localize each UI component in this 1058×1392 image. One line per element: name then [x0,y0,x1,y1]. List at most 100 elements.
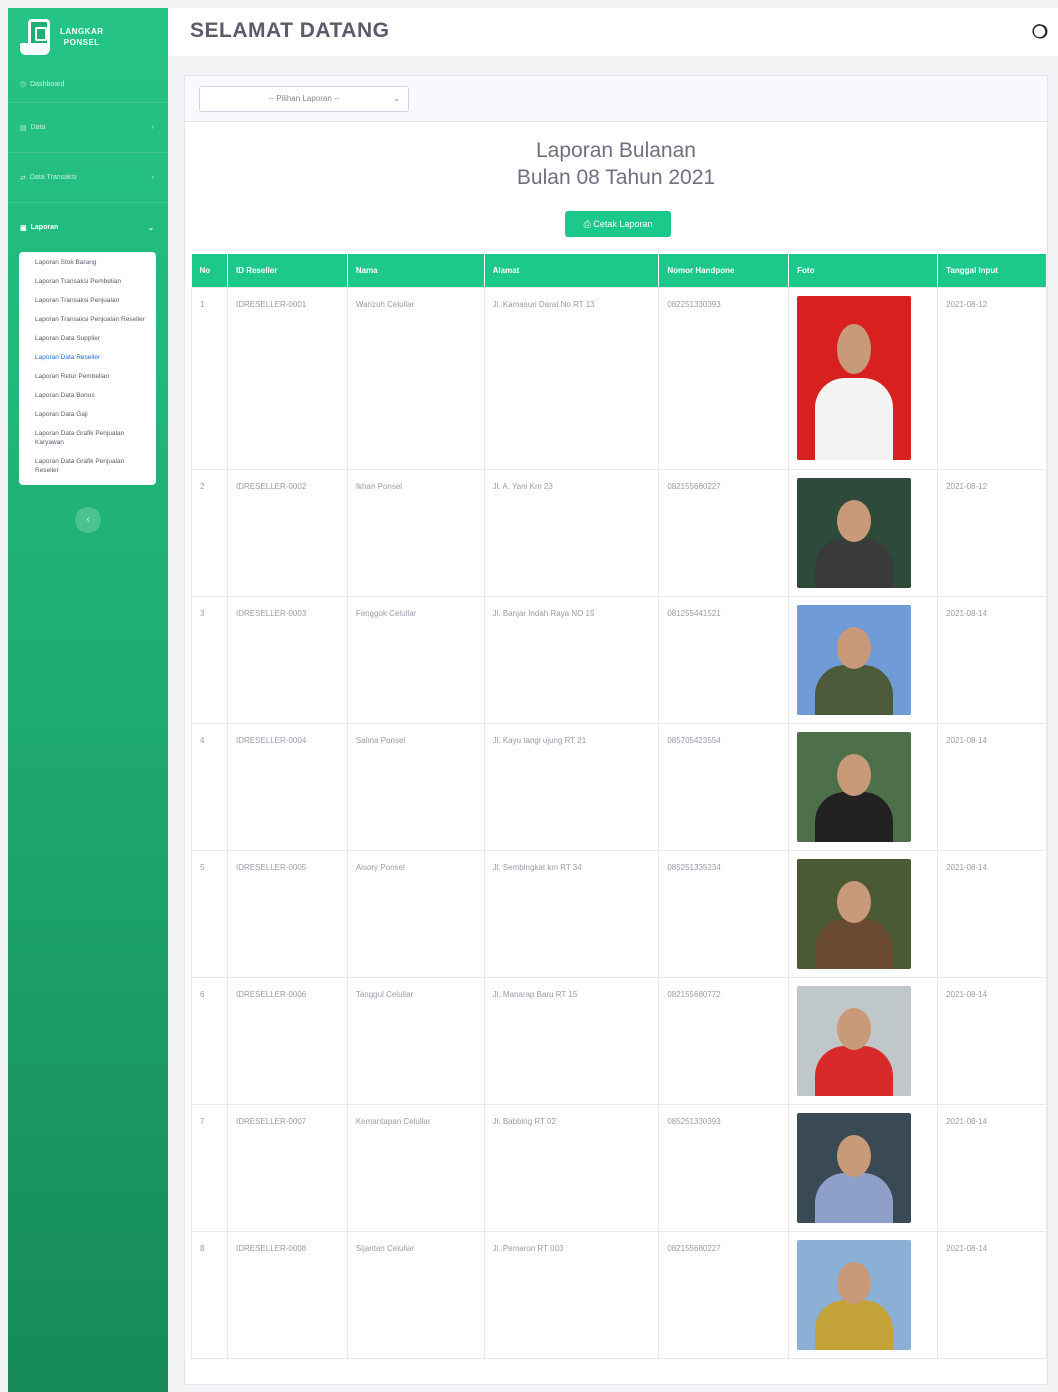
submenu-item-data-reseller[interactable]: Laporan Data Reseller [19,353,156,362]
cell-alamat: Jl. Banjar Indah Raya NO 15 [483,595,660,724]
table-row: 8 IDRESELLER-0008 Sijantan Celullar Jl. Pem… [191,1230,1047,1359]
report-select-value: -- Pilihan Laporan -- [268,94,340,103]
cell-nomor-handpone: 085251335234 [658,849,790,978]
cell-foto [788,595,939,724]
print-report-button[interactable]: ⎙ Cetak Laporan [565,211,671,237]
sidebar-item-label: Data Transaksi [29,174,77,181]
page-title: SELAMAT DATANG [190,19,390,42]
cell-tanggal-input: 2021-08-12 [937,286,1047,470]
cell-tanggal-input: 2021-08-14 [937,722,1047,851]
cell-alamat: Jl. Sembingkat km RT 34 [483,849,660,978]
chevron-down-icon: ⌄ [148,224,154,232]
report-heading: Laporan Bulanan Bulan 08 Tahun 2021 [185,137,1047,191]
sidebar-item-data-transaksi[interactable]: ⇄ Data Transaksi › [8,152,168,202]
sidebar-toggle-button[interactable]: ‹ [75,507,101,533]
submenu-item-grafik-karyawan[interactable]: Laporan Data Grafik Penjualan Karyawan [19,429,156,447]
column-header-id-reseller[interactable]: ID Reseller [227,254,348,287]
cell-foto [788,1103,939,1232]
cell-nomor-handpone: 085251330393 [658,1103,790,1232]
submenu-item-data-gaji[interactable]: Laporan Data Gaji [19,410,156,419]
sidebar-item-laporan[interactable]: ▣ Laporan ⌄ [8,202,168,252]
cell-alamat: Jl. Babbing RT 02 [483,1103,660,1232]
table-row: 7 IDRESELLER-0007 Kemantapan Celullar Jl. B… [191,1103,1047,1232]
reseller-photo [797,985,912,1096]
cell-foto [788,849,939,978]
table-row: 5 IDRESELLER-0005 Aisory Ponsel Jl. Sembing… [191,849,1047,978]
cell-no: 1 [191,286,228,470]
column-header-tanggal-input[interactable]: Tanggal Input [937,254,1047,287]
cell-foto [788,1230,939,1359]
print-report-label: Cetak Laporan [593,219,653,229]
cell-no: 5 [191,849,228,978]
brand-line1: LANGKAR [60,27,104,36]
report-select[interactable]: -- Pilihan Laporan -- ⌄ [199,86,409,112]
cell-tanggal-input: 2021-08-14 [937,976,1047,1105]
cell-no: 3 [191,595,228,724]
column-header-alamat[interactable]: Alamat [484,254,660,287]
reseller-photo [797,731,912,842]
cell-alamat: Jl. Kamasuri Darat No RT 13 [483,286,660,470]
cell-id-reseller: IDRESELLER-0004 [226,722,348,851]
cell-foto [788,286,939,470]
cell-id-reseller: IDRESELLER-0001 [226,286,348,470]
cell-id-reseller: IDRESELLER-0007 [226,1103,348,1232]
brand[interactable]: LANGKAR PONSEL [8,8,168,66]
cell-nama: Kemantapan Celullar [346,1103,485,1232]
cell-nama: Tanggul Celullar [346,976,485,1105]
column-header-foto[interactable]: Foto [788,254,939,287]
reseller-photo [797,1112,912,1223]
submenu-item-data-bonus[interactable]: Laporan Data Bonus [19,391,156,400]
submenu-item-grafik-reseller[interactable]: Laporan Data Grafik Penjualan Reseller [19,457,156,475]
table-row: 6 IDRESELLER-0006 Tanggul Celullar Jl. Mana… [191,976,1047,1105]
cell-foto [788,722,939,851]
submenu-item-stok-barang[interactable]: Laporan Stok Barang [19,258,156,267]
column-header-nomor-handpone[interactable]: Nomor Handpone [658,254,790,287]
submenu-item-data-supplier[interactable]: Laporan Data Supplier [19,334,156,343]
report-title: Laporan Bulanan [536,139,696,162]
cell-no: 7 [191,1103,228,1232]
cell-nomor-handpone: 081255441521 [658,595,790,724]
dashboard-icon: ◷ [20,81,27,88]
cell-tanggal-input: 2021-08-14 [937,1103,1047,1232]
user-icon[interactable]: ❍ [1032,22,1048,43]
cell-nama: Salma Ponsel [346,722,485,851]
cell-nama: Wanzuh Celullar [346,286,485,470]
laporan-submenu: Laporan Stok Barang Laporan Transaksi Pe… [19,252,156,485]
cell-foto [788,976,939,1105]
sidebar-item-label: Dashboard [30,80,65,88]
table-row: 1 IDRESELLER-0001 Wanzuh Celullar Jl. Kamas… [191,286,1047,470]
sidebar: LANGKAR PONSEL ◷ Dashboard ▤ Data › ⇄ Data … [8,8,168,1392]
cell-id-reseller: IDRESELLER-0002 [226,468,348,597]
submenu-item-transaksi-penjualan[interactable]: Laporan Transaksi Penjualan [19,296,156,305]
brand-line2: PONSEL [63,38,100,47]
column-header-no[interactable]: No [191,254,228,287]
chevron-down-icon: ⌄ [393,94,400,103]
print-icon: ⎙ [583,219,591,229]
cell-no: 8 [191,1230,228,1359]
cell-nama: Fenggok Celullar [346,595,485,724]
submenu-item-transaksi-penjualan-reseller[interactable]: Laporan Transaksi Penjualan Reseller [19,315,156,324]
sidebar-item-label: Laporan [30,224,59,231]
cell-alamat: Jl. Pemaron RT 003 [483,1230,660,1359]
reseller-photo [797,604,912,715]
cell-nomor-handpone: 082251330393 [658,286,790,470]
submenu-item-transaksi-pembelian[interactable]: Laporan Transaksi Pembelian [19,277,156,286]
reseller-photo [797,477,912,588]
cell-id-reseller: IDRESELLER-0008 [226,1230,348,1359]
cell-alamat: Jl. Kayu tangi ujung RT 21 [483,722,660,851]
cell-alamat: Jl. Manarap Baru RT 15 [483,976,660,1105]
chevron-right-icon: › [151,174,154,181]
sidebar-item-data[interactable]: ▤ Data › [8,102,168,152]
table-row: 2 IDRESELLER-0002 Ikhan Ponsel Jl. A. Yani … [191,468,1047,597]
sidebar-item-dashboard[interactable]: ◷ Dashboard [8,66,168,102]
cell-nama: Ikhan Ponsel [346,468,485,597]
cell-no: 4 [191,722,228,851]
reseller-photo [797,858,912,969]
print-icon: ▣ [20,224,27,232]
cell-nomor-handpone: 085705423554 [658,722,790,851]
table-header-row: No ID Reseller Nama Alamat Nomor Handpon… [191,254,1047,287]
chevron-right-icon: › [151,124,154,131]
submenu-item-retur-pembelian[interactable]: Laporan Retur Pembelian [19,372,156,381]
cell-tanggal-input: 2021-08-14 [937,595,1047,724]
column-header-nama[interactable]: Nama [347,254,485,287]
